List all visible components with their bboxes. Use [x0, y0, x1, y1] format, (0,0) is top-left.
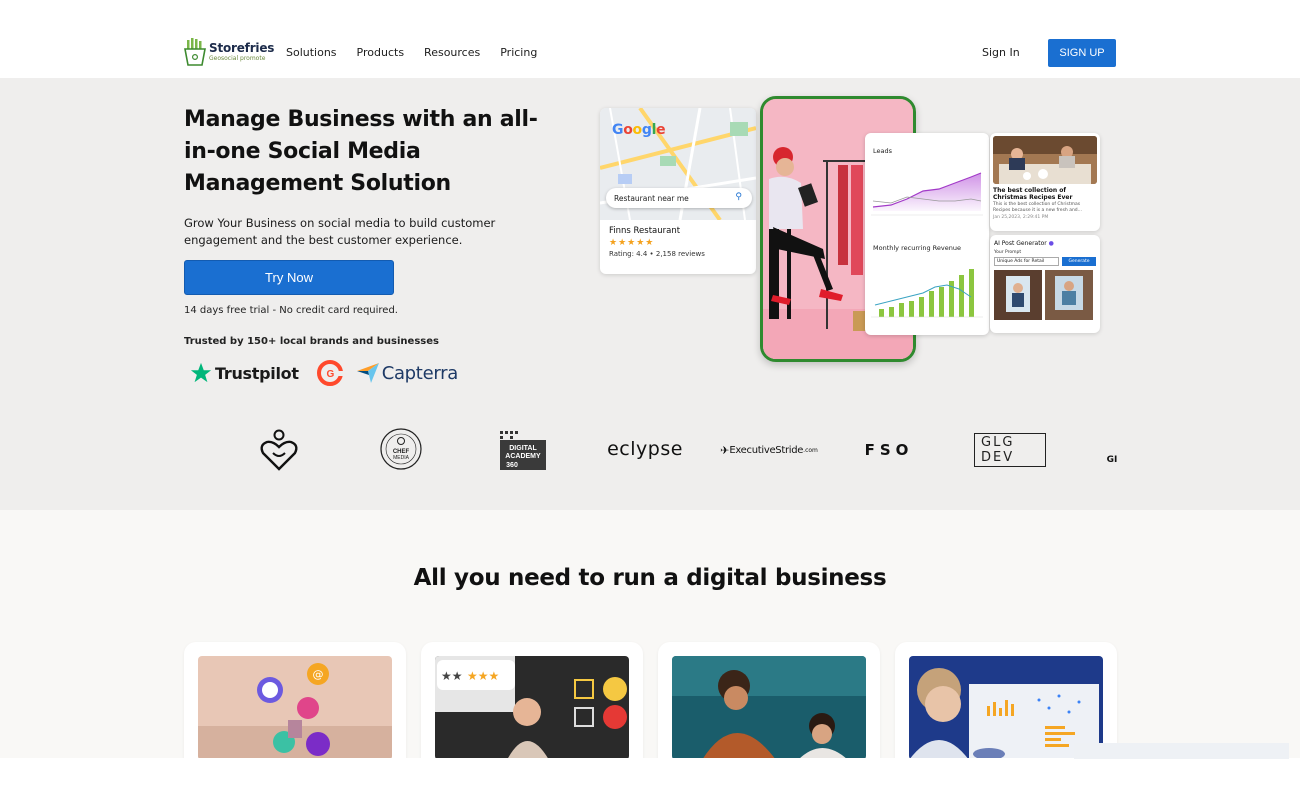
digital-academy-line3: 360 [506, 462, 518, 469]
svg-text:★★: ★★ [441, 669, 463, 683]
chef-media-badge: CHEF MEDIA [380, 428, 422, 470]
social-icons-photo: @ [198, 656, 392, 760]
ai-title: AI Post Generator [994, 240, 1047, 247]
rating-text: Rating: 4.4 • 2,158 reviews [609, 250, 705, 258]
feature-card-reviews[interactable]: ★★ ★★★ [421, 642, 643, 772]
svg-text:MEDIA: MEDIA [393, 455, 410, 461]
nav-resources[interactable]: Resources [424, 46, 480, 59]
features-title: All you need to run a digital business [413, 565, 887, 591]
nav-products[interactable]: Products [357, 46, 405, 59]
review-badges: Trustpilot G Capterra [190, 360, 458, 386]
feature-card-social[interactable]: @ [184, 642, 406, 772]
google-search-text: Restaurant near me [614, 194, 689, 203]
bottom-edge [0, 758, 1300, 788]
try-now-button[interactable]: Try Now [184, 260, 394, 295]
executive-stride-suffix: .com [803, 446, 818, 454]
rating-stars: ★★★★★ [609, 238, 655, 248]
trustpilot-star-icon [190, 362, 212, 383]
svg-text:G: G [326, 369, 334, 380]
sign-in-link[interactable]: Sign In [982, 46, 1020, 59]
team-photo [672, 656, 866, 760]
ai-image-1 [994, 270, 1042, 320]
feature-card-team[interactable] [658, 642, 880, 772]
hero-section: Manage Business with an all-in-one Socia… [0, 78, 1300, 510]
google-map: Google Restaurant near me ⚲ [600, 108, 756, 220]
partner-logo-glg-dev: GLG DEV [974, 433, 1046, 467]
mrr-label: Monthly recurring Revenue [873, 244, 961, 252]
trustpilot-label: Trustpilot [215, 363, 299, 383]
trusted-text: Trusted by 150+ local brands and busines… [184, 336, 439, 347]
glg-dev-label: GLG DEV [974, 433, 1046, 467]
partner-logo-chef-media: CHEF MEDIA [379, 427, 423, 471]
partner-logo-fso: FSO [864, 441, 914, 459]
executive-stride-label: ExecutiveStride [729, 444, 804, 456]
blog-date: Jan 25,2023, 2:29:41 PM [993, 215, 1049, 220]
leads-chart [871, 167, 983, 216]
floating-widget[interactable] [1074, 743, 1289, 759]
nav-links: Solutions Products Resources Pricing [286, 46, 557, 59]
nav-pricing[interactable]: Pricing [500, 46, 537, 59]
capterra-arrow-icon [356, 363, 379, 383]
runner-icon: ✈ [720, 443, 730, 457]
google-listing-card: Google Restaurant near me ⚲ Finns Restau… [600, 108, 756, 274]
storefries-logo[interactable]: Storefries Geosocial promote [184, 38, 274, 66]
logo-name: Storefries [209, 41, 275, 55]
blog-title: The best collection of Christmas Recipes… [993, 187, 1073, 201]
partner-logo-heart [258, 428, 300, 472]
ai-image-2 [1045, 270, 1093, 320]
capterra-label: Capterra [381, 362, 459, 384]
dining-photo [993, 136, 1097, 184]
top-navbar: Storefries Geosocial promote Solutions P… [0, 0, 1300, 78]
robot-icon: ● [1048, 240, 1054, 247]
sign-up-button[interactable]: SIGN UP [1048, 39, 1116, 67]
partner-logo-partial: GI [1106, 455, 1118, 465]
nav-solutions[interactable]: Solutions [286, 46, 337, 59]
hero-title: Manage Business with an all-in-one Socia… [184, 107, 538, 196]
ai-prompt-input: Unique Ads for Retail [994, 257, 1059, 266]
logo-tagline: Geosocial promote [209, 55, 266, 62]
heart-pin-icon [260, 429, 298, 471]
trustpilot-badge[interactable]: Trustpilot [190, 362, 299, 384]
leads-label: Leads [873, 147, 893, 155]
analytics-card: Leads Monthly recurring Revenue [865, 133, 989, 335]
g2-icon[interactable]: G [316, 360, 343, 386]
fries-icon [184, 38, 206, 66]
svg-text:★★★: ★★★ [467, 669, 499, 683]
partner-logo-executive-stride: ✈ ExecutiveStride .com [720, 442, 818, 458]
digital-academy-line1: DIGITAL [509, 445, 537, 452]
blog-post-card: The best collection of Christmas Recipes… [990, 133, 1100, 231]
digital-academy-line2: ACADEMY [505, 453, 541, 460]
ai-prompt-label: Your Prompt [994, 250, 1022, 255]
mrr-chart [871, 269, 983, 318]
hero-subtitle: Grow Your Business on social media to bu… [184, 216, 496, 247]
partner-logo-digital-academy: DIGITAL ACADEMY 360 [498, 429, 548, 471]
google-logo: Google [612, 122, 666, 138]
restaurant-name: Finns Restaurant [609, 226, 681, 236]
ai-post-generator-card: AI Post Generator ● Your Prompt Unique A… [990, 235, 1100, 333]
capterra-badge[interactable]: Capterra [356, 362, 459, 384]
reviews-photo: ★★ ★★★ [435, 656, 629, 760]
ai-generate-button: Generate [1062, 257, 1096, 266]
google-search-box: Restaurant near me ⚲ [606, 188, 752, 208]
features-section: All you need to run a digital business @… [0, 510, 1300, 772]
svg-text:@: @ [313, 668, 324, 681]
trial-note: 14 days free trial - No credit card requ… [184, 305, 398, 316]
blog-excerpt: This is the best collection of Christmas… [993, 202, 1082, 213]
search-icon: ⚲ [735, 192, 742, 202]
digital-academy-badge: DIGITAL ACADEMY 360 [500, 431, 546, 470]
partner-logo-eclypse: eclypse [607, 438, 683, 460]
